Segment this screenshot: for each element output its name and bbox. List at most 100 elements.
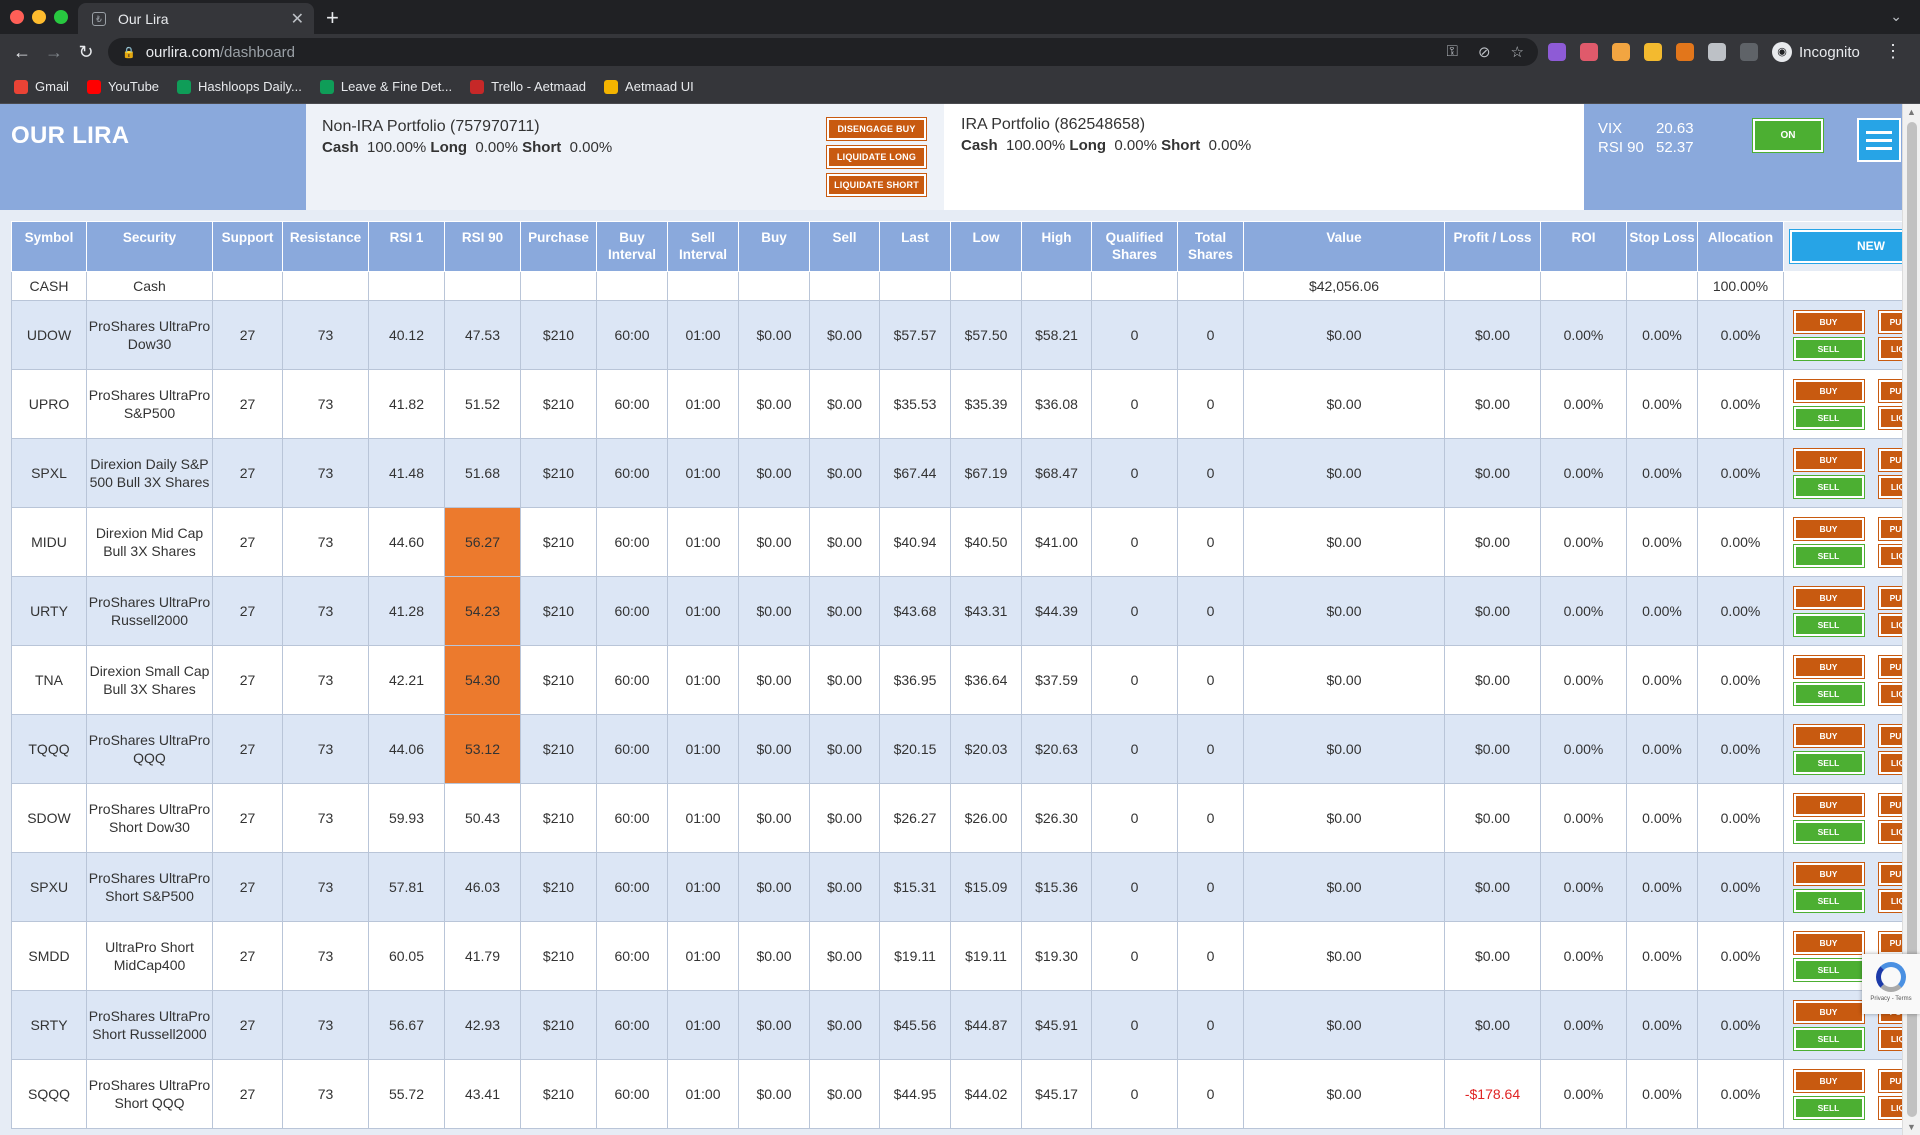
brand-logo-text[interactable]: OUR LIRA <box>11 122 129 149</box>
buy-button[interactable]: Buy <box>1792 861 1865 886</box>
liquidate-button[interactable]: Liquidate <box>1877 1095 1902 1120</box>
puzzle-icon[interactable] <box>1708 43 1726 61</box>
liquidate-button[interactable]: Liquidate <box>1877 612 1902 637</box>
new-button[interactable]: NEW <box>1788 229 1902 264</box>
sell-button[interactable]: Sell <box>1792 681 1865 706</box>
bookmark-star-icon[interactable]: ☆ <box>1511 43 1524 61</box>
buy-button[interactable]: Buy <box>1792 447 1865 472</box>
trading-toggle-button[interactable]: ON <box>1752 118 1824 153</box>
bookmark-item[interactable]: Trello - Aetmaad <box>470 79 586 94</box>
incognito-indicator[interactable]: ◉ Incognito <box>1772 42 1860 62</box>
sell-button[interactable]: Sell <box>1792 612 1865 637</box>
sell-button[interactable]: Sell <box>1792 405 1865 430</box>
liquidate-button[interactable]: Liquidate <box>1877 336 1902 361</box>
column-header-roi[interactable]: ROI <box>1540 221 1627 272</box>
scroll-down-arrow-icon[interactable]: ▼ <box>1907 1122 1916 1132</box>
sell-button[interactable]: Sell <box>1792 543 1865 568</box>
column-header-profit-loss[interactable]: Profit / Loss <box>1444 221 1541 272</box>
purchase-button[interactable]: Purchase <box>1877 1068 1902 1093</box>
key-icon[interactable]: ⚿ <box>1447 43 1458 61</box>
column-header-allocation[interactable]: Allocation <box>1697 221 1784 272</box>
column-header-rsi-90[interactable]: RSI 90 <box>444 221 521 272</box>
buy-button[interactable]: Buy <box>1792 654 1865 679</box>
purchase-button[interactable]: Purchase <box>1877 654 1902 679</box>
bookmark-item[interactable]: Aetmaad UI <box>604 79 694 94</box>
tab-search-chevron-icon[interactable]: ⌄ <box>1890 8 1902 25</box>
column-header-security[interactable]: Security <box>86 221 213 272</box>
bookmark-item[interactable]: Gmail <box>14 79 69 94</box>
column-header-support[interactable]: Support <box>212 221 283 272</box>
buy-button[interactable]: Buy <box>1792 378 1865 403</box>
buy-button[interactable]: Buy <box>1792 585 1865 610</box>
column-header-low[interactable]: Low <box>950 221 1022 272</box>
purchase-button[interactable]: Purchase <box>1877 516 1902 541</box>
purchase-button[interactable]: Purchase <box>1877 930 1902 955</box>
buy-button[interactable]: Buy <box>1792 309 1865 334</box>
sidepanel-icon[interactable] <box>1740 43 1758 61</box>
liquidate-short-button[interactable]: Liquidate Short <box>826 173 927 197</box>
extension-icon[interactable] <box>1644 43 1662 61</box>
sell-button[interactable]: Sell <box>1792 474 1865 499</box>
column-header-stop-loss[interactable]: Stop Loss <box>1626 221 1698 272</box>
liquidate-button[interactable]: Liquidate <box>1877 543 1902 568</box>
liquidate-button[interactable]: Liquidate <box>1877 1026 1902 1051</box>
recaptcha-badge[interactable]: Privacy - Terms <box>1862 954 1920 1014</box>
maximize-window-button[interactable] <box>54 10 68 24</box>
column-header-value[interactable]: Value <box>1243 221 1445 272</box>
column-header-qualified-shares[interactable]: Qualified Shares <box>1091 221 1178 272</box>
eye-off-icon[interactable]: ⊘ <box>1478 43 1491 61</box>
purchase-button[interactable]: Purchase <box>1877 861 1902 886</box>
column-header-buy[interactable]: Buy <box>738 221 810 272</box>
extension-icon[interactable] <box>1612 43 1630 61</box>
purchase-button[interactable]: Purchase <box>1877 723 1902 748</box>
column-header-buy-interval[interactable]: Buy Interval <box>596 221 668 272</box>
column-header-sell[interactable]: Sell <box>809 221 880 272</box>
hamburger-menu-icon[interactable] <box>1857 118 1901 162</box>
sell-button[interactable]: Sell <box>1792 1026 1865 1051</box>
column-header-sell-interval[interactable]: Sell Interval <box>667 221 739 272</box>
sell-button[interactable]: Sell <box>1792 1095 1865 1120</box>
column-header-high[interactable]: High <box>1021 221 1092 272</box>
buy-button[interactable]: Buy <box>1792 999 1865 1024</box>
purchase-button[interactable]: Purchase <box>1877 378 1902 403</box>
buy-button[interactable]: Buy <box>1792 792 1865 817</box>
buy-button[interactable]: Buy <box>1792 723 1865 748</box>
column-header-last[interactable]: Last <box>879 221 951 272</box>
column-header-resistance[interactable]: Resistance <box>282 221 369 272</box>
close-tab-icon[interactable]: ✕ <box>291 9 304 29</box>
column-header-purchase[interactable]: Purchase <box>520 221 597 272</box>
liquidate-long-button[interactable]: Liquidate Long <box>826 145 927 169</box>
sell-button[interactable]: Sell <box>1792 819 1865 844</box>
buy-button[interactable]: Buy <box>1792 930 1865 955</box>
scroll-up-arrow-icon[interactable]: ▲ <box>1907 107 1916 117</box>
purchase-button[interactable]: Purchase <box>1877 585 1902 610</box>
liquidate-button[interactable]: Liquidate <box>1877 474 1902 499</box>
liquidate-button[interactable]: Liquidate <box>1877 888 1902 913</box>
address-bar[interactable]: 🔒 ourlira.com/dashboard ⚿ ⊘ ☆ <box>108 38 1538 66</box>
metamask-icon[interactable] <box>1676 43 1694 61</box>
sell-button[interactable]: Sell <box>1792 336 1865 361</box>
column-header-symbol[interactable]: Symbol <box>11 221 87 272</box>
forward-arrow-icon[interactable]: → <box>44 42 64 63</box>
bookmark-item[interactable]: Hashloops Daily... <box>177 79 302 94</box>
buy-button[interactable]: Buy <box>1792 1068 1865 1093</box>
sell-button[interactable]: Sell <box>1792 957 1865 982</box>
browser-tab[interactable]: ₺ Our Lira ✕ <box>78 3 314 34</box>
column-header-rsi-1[interactable]: RSI 1 <box>368 221 445 272</box>
extension-icon[interactable] <box>1580 43 1598 61</box>
liquidate-button[interactable]: Liquidate <box>1877 819 1902 844</box>
purchase-button[interactable]: Purchase <box>1877 792 1902 817</box>
extension-icon[interactable] <box>1548 43 1566 61</box>
minimize-window-button[interactable] <box>32 10 46 24</box>
buy-button[interactable]: Buy <box>1792 516 1865 541</box>
new-tab-icon[interactable]: + <box>326 5 339 31</box>
back-arrow-icon[interactable]: ← <box>12 42 32 63</box>
purchase-button[interactable]: Purchase <box>1877 447 1902 472</box>
reload-icon[interactable]: ↻ <box>76 42 96 63</box>
column-header-total-shares[interactable]: Total Shares <box>1177 221 1244 272</box>
sell-button[interactable]: Sell <box>1792 888 1865 913</box>
liquidate-button[interactable]: Liquidate <box>1877 405 1902 430</box>
disengage-buy-button[interactable]: Disengage Buy <box>826 117 927 141</box>
sell-button[interactable]: Sell <box>1792 750 1865 775</box>
close-window-button[interactable] <box>10 10 24 24</box>
